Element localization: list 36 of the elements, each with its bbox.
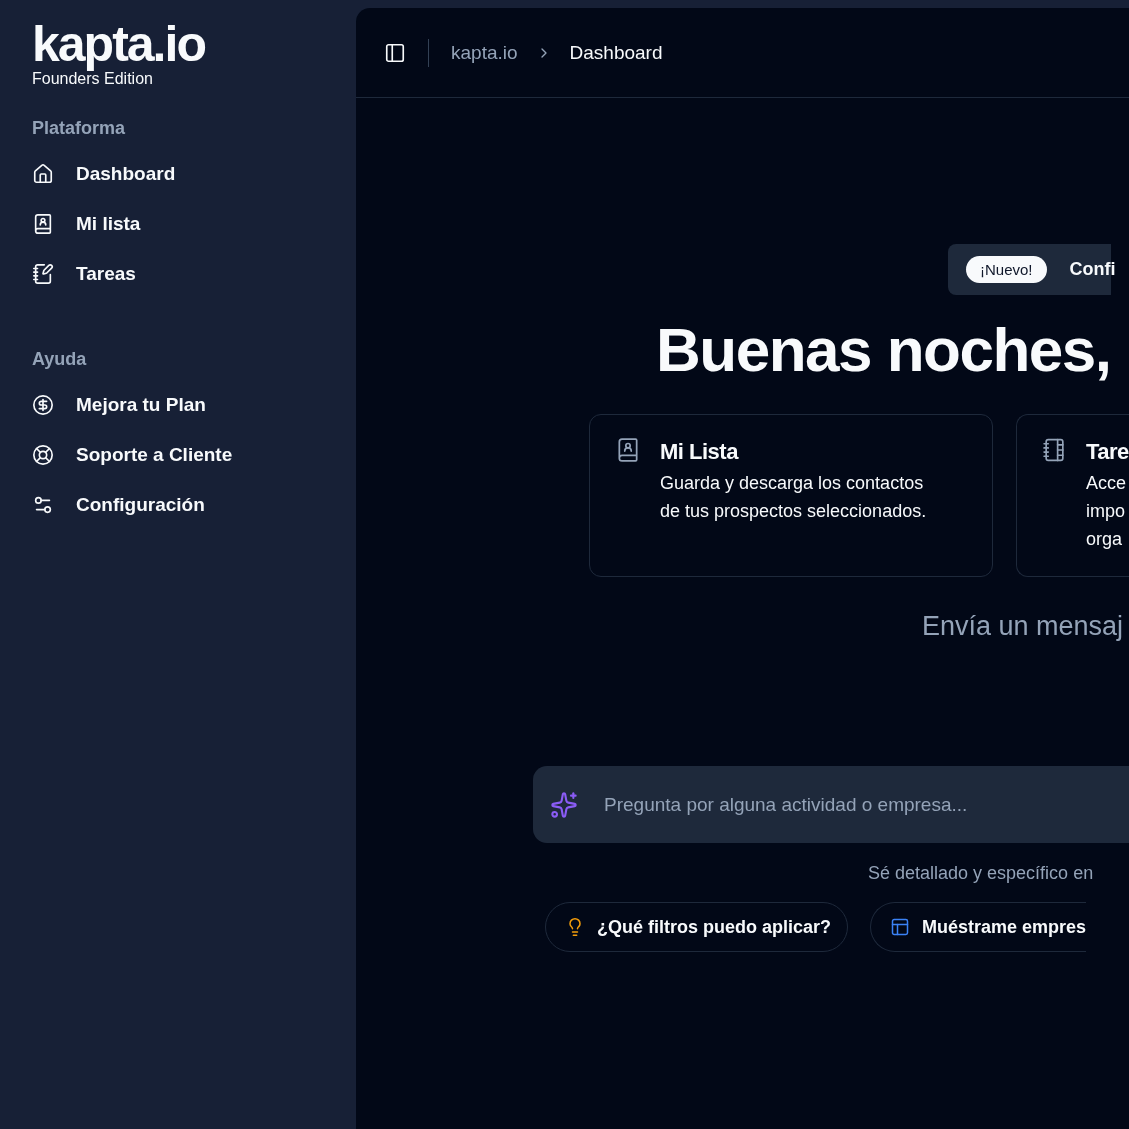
prompt-heading: Envía un mensaj	[922, 611, 1124, 642]
notebook-icon	[1042, 437, 1067, 463]
feature-card[interactable]: Mi Lista Guarda y descarga los contactos de tus prospectos seleccionados.	[589, 414, 993, 577]
layout-icon	[890, 917, 911, 937]
nav-item[interactable]: Configuración	[32, 480, 312, 530]
breadcrumb-link[interactable]: Dashboard	[569, 41, 663, 64]
card-title: Tare	[1086, 439, 1129, 465]
nav-item[interactable]: Soporte a Cliente	[32, 430, 312, 480]
breadcrumb-link[interactable]: kapta.io	[451, 41, 518, 64]
contact-book-icon	[615, 437, 641, 463]
card-title: Mi Lista	[660, 439, 740, 465]
card-description: Guarda y descarga los contactos de tus prospectos seleccionados.	[660, 472, 928, 523]
nav-item[interactable]: Mejora tu Plan	[32, 380, 312, 430]
notebook-pen-icon	[32, 263, 54, 285]
edition-label: Founders Edition	[32, 70, 153, 88]
search-field[interactable]: Pregunta por alguna actividad o empresa...	[533, 766, 1129, 843]
hint-text: Sé detallado y específico en	[868, 863, 1094, 884]
sidebar-toggle-icon[interactable]	[384, 41, 406, 64]
contact-book-icon	[32, 213, 54, 235]
section-title: Ayuda	[32, 349, 88, 370]
suggestion-chip[interactable]: ¿Qué filtros puedo aplicar?	[545, 902, 849, 952]
new-badge: ¡Nuevo!	[966, 256, 1047, 283]
dollar-circle-icon	[32, 394, 54, 416]
search-input[interactable]: Pregunta por alguna actividad o empresa...	[602, 792, 1129, 817]
greeting-heading: Buenas noches,	[656, 315, 1111, 385]
nav-item[interactable]: Dashboard	[32, 149, 312, 199]
sparkles-icon	[550, 790, 578, 819]
feature-card[interactable]: Tare Acce impo orga	[1016, 414, 1129, 577]
section-title: Plataforma	[32, 118, 127, 139]
home-icon	[32, 163, 54, 185]
sliders-icon	[32, 494, 54, 516]
nav-item[interactable]: Mi lista	[32, 199, 312, 249]
nav-item[interactable]: Tareas	[32, 249, 312, 299]
logo: kapta.io	[32, 18, 206, 70]
lifebuoy-icon	[32, 444, 54, 466]
card-description: Acce impo orga	[1086, 472, 1128, 551]
